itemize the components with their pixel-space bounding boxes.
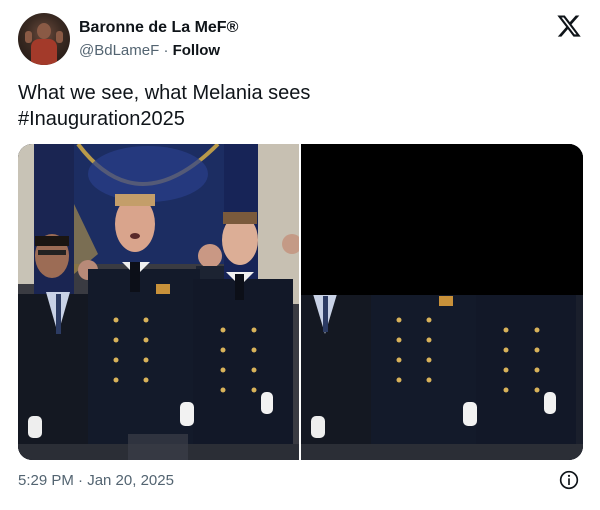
author-handle[interactable]: @BdLameF — [79, 42, 159, 59]
avatar-dress — [31, 39, 57, 65]
black-cover-overlay — [301, 144, 583, 295]
avatar-hand-left — [25, 31, 32, 43]
handle-separator: · — [163, 42, 169, 59]
left-photo-scene — [18, 144, 299, 460]
tweet-line-2[interactable]: #Inauguration2025 — [18, 106, 578, 132]
follow-button[interactable]: Follow — [173, 42, 221, 59]
media-left-image[interactable] — [18, 144, 299, 460]
media-right-image[interactable] — [301, 144, 583, 460]
author-display-name[interactable]: Baronne de La MeF® — [79, 19, 238, 37]
tweet-text: What we see, what Melania sees #Inaugura… — [18, 80, 578, 132]
author-avatar[interactable] — [18, 13, 70, 65]
author-handle-row: @BdLameF · Follow — [79, 42, 220, 59]
x-logo-icon[interactable] — [556, 13, 582, 39]
tweet-line-1: What we see, what Melania sees — [18, 82, 311, 104]
info-icon[interactable] — [559, 470, 579, 490]
tweet-media[interactable] — [18, 144, 583, 460]
avatar-face — [37, 23, 51, 39]
tweet-timestamp[interactable]: 5:29 PM · Jan 20, 2025 — [18, 472, 174, 489]
avatar-hand-right — [56, 31, 63, 43]
